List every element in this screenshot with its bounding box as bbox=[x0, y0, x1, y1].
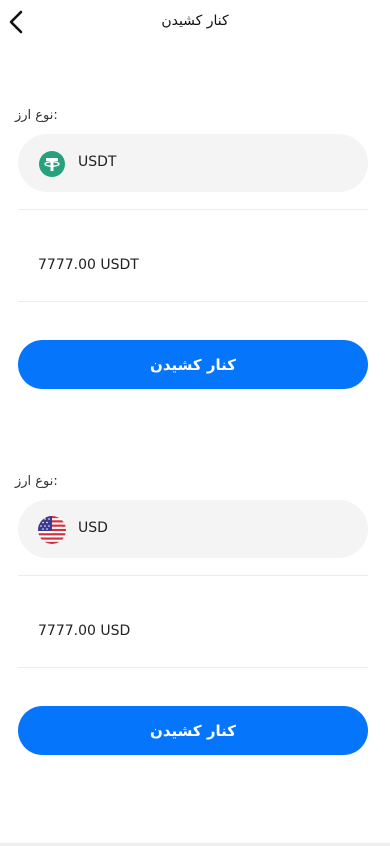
divider bbox=[18, 209, 368, 210]
currency-type-label: :نوع ارز bbox=[15, 108, 58, 123]
withdraw-button[interactable]: کنار کشیدن bbox=[18, 706, 368, 755]
currency-selector[interactable]: USD bbox=[18, 500, 368, 558]
us-flag-icon bbox=[38, 516, 66, 544]
amount-value: 7777.00 USD bbox=[38, 623, 131, 639]
amount-value: 7777.00 USDT bbox=[38, 257, 139, 273]
header: کنار کشیدن bbox=[0, 0, 390, 46]
tether-icon bbox=[39, 151, 65, 177]
withdraw-button[interactable]: کنار کشیدن bbox=[18, 340, 368, 389]
currency-name: USDT bbox=[78, 154, 117, 170]
page-title: کنار کشیدن bbox=[161, 13, 229, 29]
divider bbox=[18, 667, 368, 668]
currency-type-label: :نوع ارز bbox=[15, 474, 58, 489]
divider bbox=[18, 301, 368, 302]
currency-selector[interactable]: USDT bbox=[18, 134, 368, 192]
divider bbox=[18, 575, 368, 576]
currency-name: USD bbox=[78, 520, 108, 536]
